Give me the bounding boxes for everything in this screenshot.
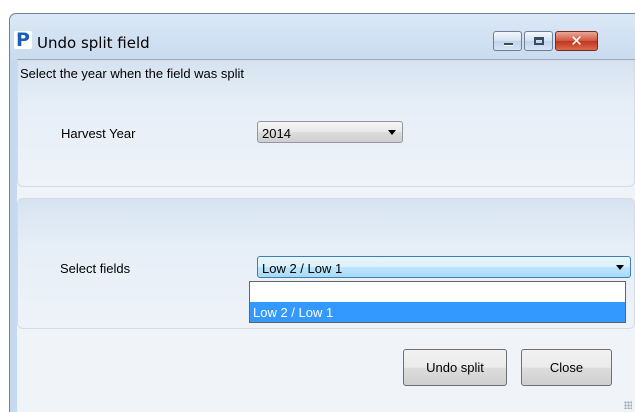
maximize-button[interactable] [524,31,553,51]
dropdown-option-low2-low1[interactable]: Low 2 / Low 1 [250,302,625,322]
app-logo-icon: P [14,31,32,50]
minimize-icon [504,43,513,46]
close-button[interactable]: Close [521,349,612,386]
chevron-down-icon [616,265,624,270]
minimize-button[interactable] [493,31,522,51]
window-title: Undo split field [37,34,150,52]
harvest-year-label: Harvest Year [61,126,136,141]
select-fields-dropdown-list: Low 2 / Low 1 [249,281,626,323]
year-panel: Select the year when the field was split… [17,60,635,187]
select-fields-value: Low 2 / Low 1 [262,261,343,276]
harvest-year-value: 2014 [262,126,291,141]
chevron-down-icon [388,130,396,135]
select-fields-label: Select fields [60,261,131,276]
resize-grip[interactable] [624,401,632,409]
maximize-icon [534,37,544,45]
title-bar[interactable]: P Undo split field ✕ [10,14,635,60]
select-fields-combo[interactable]: Low 2 / Low 1 [257,256,631,278]
undo-split-button[interactable]: Undo split [403,349,507,386]
close-window-button[interactable]: ✕ [555,31,598,51]
dropdown-option-empty[interactable] [250,282,625,300]
harvest-year-select[interactable]: 2014 [257,121,403,143]
instruction-text: Select the year when the field was split [20,66,245,81]
close-icon: ✕ [570,32,583,50]
